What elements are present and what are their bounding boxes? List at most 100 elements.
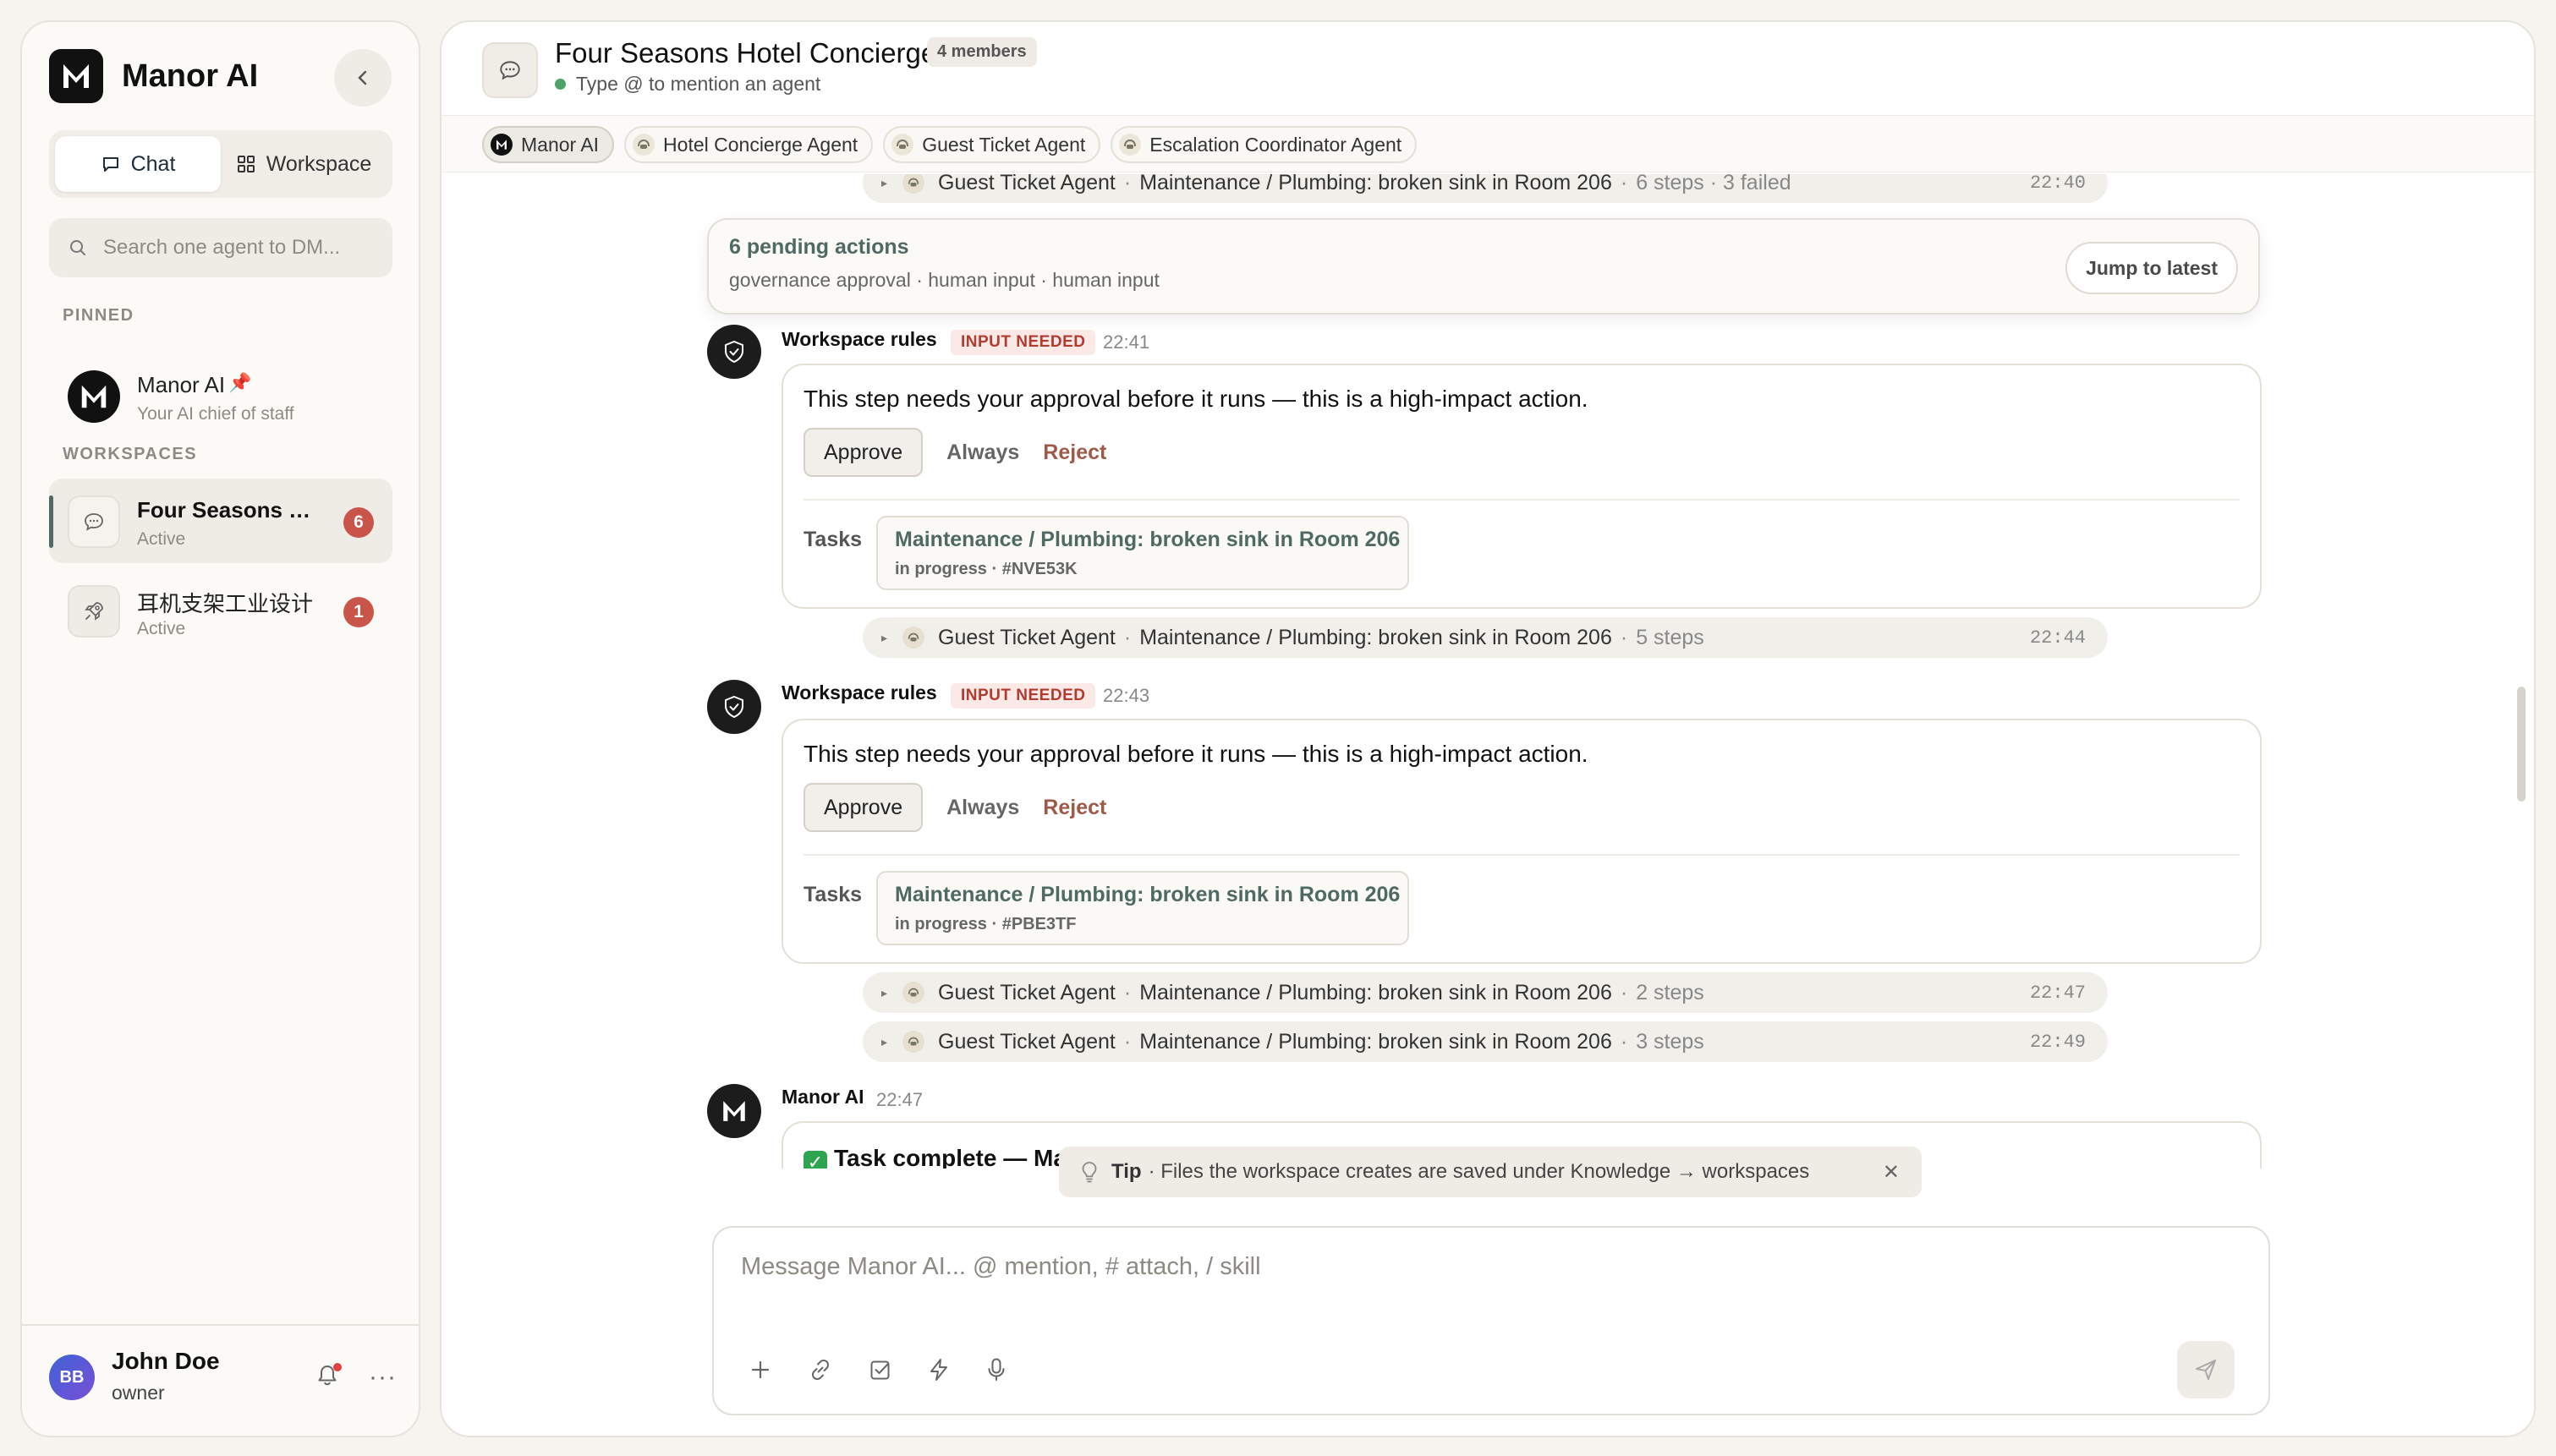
tab-chat[interactable]: Chat (55, 136, 221, 192)
unread-badge: 1 (343, 597, 374, 627)
always-button[interactable]: Always (946, 796, 1019, 820)
approval-actions: Approve Always Reject (804, 783, 1106, 832)
expand-caret-icon: ▸ (881, 630, 888, 644)
approval-actions: Approve Always Reject (804, 428, 1106, 477)
check-icon: ✓ (804, 1151, 827, 1169)
separator: · (1123, 1029, 1132, 1054)
workspace-status: Active (137, 529, 186, 549)
expand-caret-icon: ▸ (881, 985, 888, 999)
avatar (68, 370, 120, 423)
chat-icon (101, 154, 121, 174)
step-meta: 2 steps (1636, 980, 1704, 1004)
chat-panel: Four Seasons Hotel Concierge 4 members T… (440, 20, 2536, 1437)
workspace-item-four-seasons[interactable]: Four Seasons Hotel Concierge Active 6 (49, 479, 392, 563)
send-icon (2193, 1357, 2219, 1382)
status-badge: INPUT NEEDED (951, 683, 1096, 709)
tab-workspace[interactable]: Workspace (221, 136, 387, 192)
step-meta: 5 steps (1636, 625, 1704, 649)
brand-name: Manor AI (122, 57, 259, 94)
agent-search-input[interactable] (103, 236, 374, 260)
step-agent: Guest Ticket Agent (938, 625, 1116, 649)
step-time: 22:49 (2029, 1031, 2086, 1053)
composer-toolbar (748, 1356, 1008, 1383)
separator: · (1620, 980, 1628, 1004)
send-button[interactable] (2177, 1341, 2235, 1399)
sidebar: Manor AI Chat Workspace PINNED Ma (20, 20, 420, 1437)
approve-button[interactable]: Approve (804, 783, 924, 832)
mention-hint: Type @ to mention an agent (576, 73, 821, 95)
message-author: Workspace rules (782, 681, 937, 703)
shield-icon (725, 695, 743, 719)
pinned-item-subtitle: Your AI chief of staff (137, 404, 294, 424)
plus-icon[interactable] (748, 1357, 773, 1382)
task-link[interactable]: Maintenance / Plumbing: broken sink in R… (876, 871, 1409, 945)
microphone-icon[interactable] (985, 1356, 1008, 1383)
task-meta: in progress · #NVE53K (895, 560, 1078, 578)
pending-actions-banner: 6 pending actions governance approval · … (707, 218, 2260, 315)
agent-chip-label: Escalation Coordinator Agent (1149, 133, 1402, 156)
message-composer (712, 1226, 2270, 1415)
members-badge[interactable]: 4 members (927, 37, 1037, 67)
reject-button[interactable]: Reject (1043, 441, 1106, 465)
step-row[interactable]: ▸ Guest Ticket Agent · Maintenance / Plu… (863, 972, 2108, 1013)
divider (804, 854, 2240, 856)
agent-chip-guest-ticket[interactable]: Guest Ticket Agent (883, 126, 1101, 163)
separator: · (1620, 1029, 1628, 1054)
task-checkbox-icon[interactable] (868, 1357, 893, 1382)
link-icon[interactable] (807, 1356, 834, 1383)
pin-icon: 📌 (228, 372, 252, 393)
chevron-left-icon (354, 68, 372, 87)
more-options-icon[interactable]: ··· (369, 1363, 397, 1392)
chat-bubble-icon (482, 42, 538, 98)
message-input[interactable] (741, 1253, 2179, 1281)
notification-dot (333, 1363, 342, 1371)
manor-logo-icon (723, 1101, 745, 1121)
user-panel: BB John Doe owner ··· (22, 1324, 419, 1436)
jump-to-latest-button[interactable]: Jump to latest (2065, 242, 2238, 294)
agent-chip-label: Hotel Concierge Agent (663, 133, 858, 156)
task-name: Maintenance / Plumbing: broken sink in R… (895, 883, 1401, 906)
tasks-label: Tasks (804, 883, 863, 906)
step-task: Maintenance / Plumbing: broken sink in R… (1139, 1029, 1612, 1054)
brand[interactable]: Manor AI (49, 49, 258, 103)
agent-chip-hotel-concierge[interactable]: Hotel Concierge Agent (624, 126, 874, 163)
expand-caret-icon: ▸ (881, 175, 888, 189)
shield-avatar (707, 680, 761, 734)
agent-chip-escalation-coordinator[interactable]: Escalation Coordinator Agent (1111, 126, 1418, 163)
collapse-sidebar-button[interactable] (334, 49, 392, 107)
agent-chip-label: Guest Ticket Agent (922, 133, 1086, 156)
avatar[interactable]: BB (49, 1355, 95, 1400)
task-link[interactable]: Maintenance / Plumbing: broken sink in R… (876, 516, 1409, 590)
agent-chip-label: Manor AI (521, 133, 600, 156)
pinned-item-manor-ai[interactable]: Manor AI 📌 Your AI chief of staff (49, 353, 392, 438)
approval-card: This step needs your approval before it … (782, 719, 2262, 964)
step-row[interactable]: ▸ Guest Ticket Agent · Maintenance / Plu… (863, 617, 2108, 658)
step-task: Maintenance / Plumbing: broken sink in R… (1139, 980, 1612, 1004)
message-time: 22:47 (876, 1089, 924, 1110)
tab-chat-label: Chat (130, 151, 176, 176)
workspace-item-headphone-stand[interactable]: 耳机支架工业设计 Active 1 (49, 568, 392, 653)
agent-avatar-icon (902, 174, 925, 194)
step-time: 22:44 (2029, 627, 2086, 649)
scrollbar-thumb[interactable] (2517, 687, 2526, 802)
user-name: John Doe (112, 1348, 220, 1374)
status-badge: INPUT NEEDED (951, 330, 1096, 355)
grid-icon (236, 154, 256, 174)
step-row[interactable]: ▸ Guest Ticket Agent · Maintenance / Plu… (863, 1021, 2108, 1062)
tasks-label: Tasks (804, 528, 863, 551)
shield-avatar (707, 325, 761, 379)
pinned-item-name: Manor AI (137, 372, 226, 397)
approve-button[interactable]: Approve (804, 428, 924, 477)
step-time: 22:40 (2029, 174, 2086, 194)
agent-search (49, 218, 392, 277)
step-row[interactable]: ▸ Guest Ticket Agent · Maintenance / Plu… (863, 174, 2108, 203)
agent-avatar-icon (902, 1031, 925, 1053)
reject-button[interactable]: Reject (1043, 796, 1106, 820)
step-agent: Guest Ticket Agent (938, 1029, 1116, 1054)
agent-avatar-icon (633, 134, 655, 156)
lightning-icon[interactable] (927, 1357, 951, 1382)
agent-chip-manor-ai[interactable]: Manor AI (482, 126, 615, 163)
workspace-name: Four Seasons Hotel Concierge (137, 497, 315, 523)
always-button[interactable]: Always (946, 441, 1019, 465)
close-icon[interactable]: ✕ (1883, 1160, 1900, 1185)
